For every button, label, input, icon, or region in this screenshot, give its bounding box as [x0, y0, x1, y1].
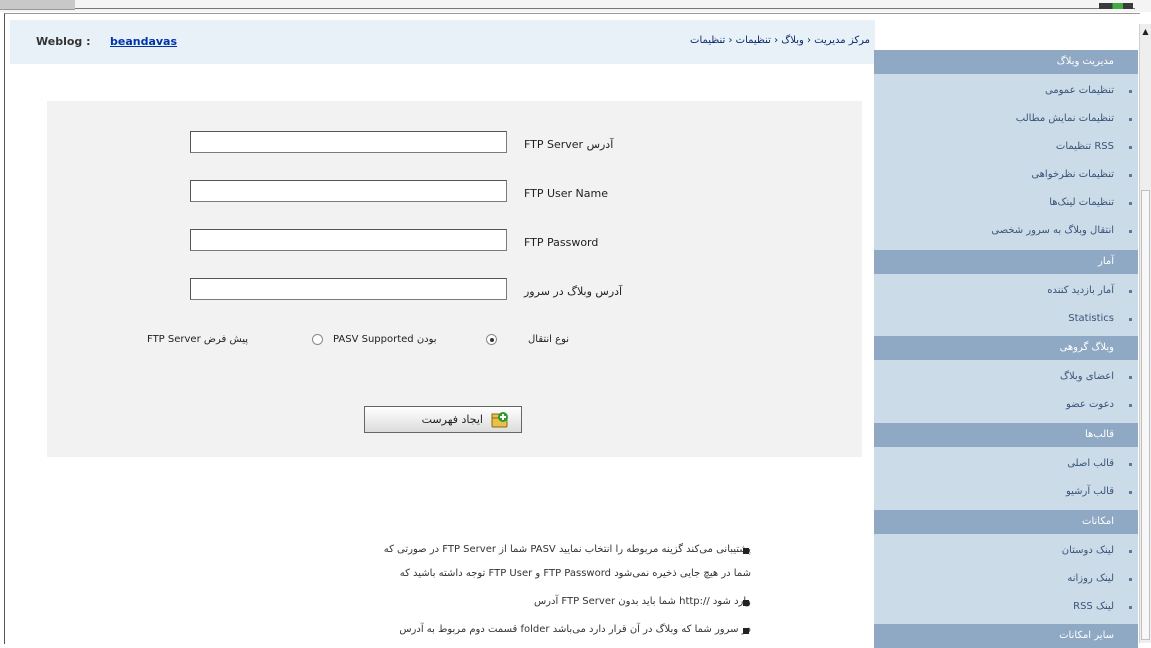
sidebar-item[interactable]: تنظیمات نمایش مطالب: [874, 106, 1138, 132]
option-other-label: FTP Server پیش فرض: [147, 334, 248, 345]
ftp-server-input[interactable]: [190, 131, 507, 153]
sidebar-section-features: امکانات: [874, 510, 1138, 534]
ftp-password-input[interactable]: [190, 229, 507, 251]
ftp-password-label: FTP Password: [524, 236, 599, 249]
scroll-up-arrow-icon[interactable]: ▲: [1141, 26, 1150, 38]
sidebar-item[interactable]: لینک دوستان: [874, 538, 1138, 564]
scrollbar-thumb[interactable]: [1141, 190, 1150, 640]
breadcrumb[interactable]: مرکز مدیریت ‹ وبلاگ ‹ تنظیمات ‹ تنظیمات: [540, 35, 870, 46]
window-tab[interactable]: [0, 0, 75, 10]
create-button-label: ایجاد فهرست: [421, 413, 483, 426]
note-1: در صورتی که FTP Server شما از PASV پشتیب…: [383, 544, 751, 555]
weblog-path-input[interactable]: [190, 278, 507, 300]
note-4: قسمت دوم مربوط به آدرس folder در سرور شم…: [399, 624, 751, 635]
sidebar-item[interactable]: اعضای وبلاگ: [874, 364, 1138, 390]
sidebar-item[interactable]: لینک روزانه: [874, 566, 1138, 592]
folder-add-icon: [491, 412, 508, 428]
sidebar-item[interactable]: تنظیمات عمومی: [874, 78, 1138, 104]
sidebar-item[interactable]: انتقال وبلاگ به سرور شخصی: [874, 218, 1138, 244]
bullet-icon: [743, 548, 749, 554]
sidebar-item[interactable]: RSS لینک: [874, 594, 1138, 620]
sidebar-section-group: وبلاگ گروهی: [874, 336, 1138, 360]
sidebar: مدیریت وبلاگ تنظیمات عمومی تنظیمات نمایش…: [874, 50, 1138, 648]
sidebar-section-templates: قالب‌ها: [874, 423, 1138, 447]
sidebar-item[interactable]: آمار بازدید کننده: [874, 278, 1138, 304]
note-2: توجه داشته باشید که FTP User و FTP Passw…: [399, 568, 751, 579]
bullet-icon: [743, 600, 749, 606]
sidebar-section-stats: آمار: [874, 250, 1138, 274]
option-supported-label: PASV Supported بودن: [333, 334, 437, 345]
create-index-button[interactable]: ایجاد فهرست: [364, 406, 522, 433]
window-top-strip: [0, 0, 1151, 12]
weblog-path-label: آدرس وبلاگ در سرور: [524, 285, 623, 298]
option-other-radio[interactable]: [312, 334, 323, 345]
option-supported-radio[interactable]: [486, 334, 497, 345]
sidebar-item[interactable]: دعوت عضو: [874, 392, 1138, 418]
sidebar-item[interactable]: قالب آرشیو: [874, 479, 1138, 505]
transfer-mode-label: نوع انتقال: [528, 334, 570, 345]
sidebar-item[interactable]: تنظیمات نظرخواهی: [874, 162, 1138, 188]
sidebar-item[interactable]: Statistics: [874, 306, 1138, 332]
sidebar-item[interactable]: قالب اصلی: [874, 451, 1138, 477]
ftp-server-label: FTP Server آدرس: [524, 138, 614, 151]
note-3: آدرس FTP Server شما باید بدون http:// وا…: [533, 596, 751, 607]
sidebar-item[interactable]: تنظیمات لینک‌ها: [874, 190, 1138, 216]
ftp-username-label: FTP User Name: [524, 187, 609, 200]
sidebar-section-other: سایر امکانات: [874, 624, 1138, 648]
weblog-label: Weblog :: [36, 35, 91, 48]
window-controls[interactable]: [1099, 3, 1133, 9]
sidebar-item[interactable]: تنظیمات RSS: [874, 134, 1138, 160]
transfer-mode-row: FTP Server پیش فرض PASV Supported بودن ن…: [147, 333, 617, 349]
scrollbar[interactable]: ▲: [1139, 24, 1151, 643]
ftp-username-input[interactable]: [190, 180, 507, 202]
sidebar-section-weblog: مدیریت وبلاگ: [874, 50, 1138, 74]
bullet-icon: [743, 628, 749, 634]
top-divider: [75, 8, 1135, 9]
weblog-link[interactable]: beandavas: [110, 35, 177, 48]
